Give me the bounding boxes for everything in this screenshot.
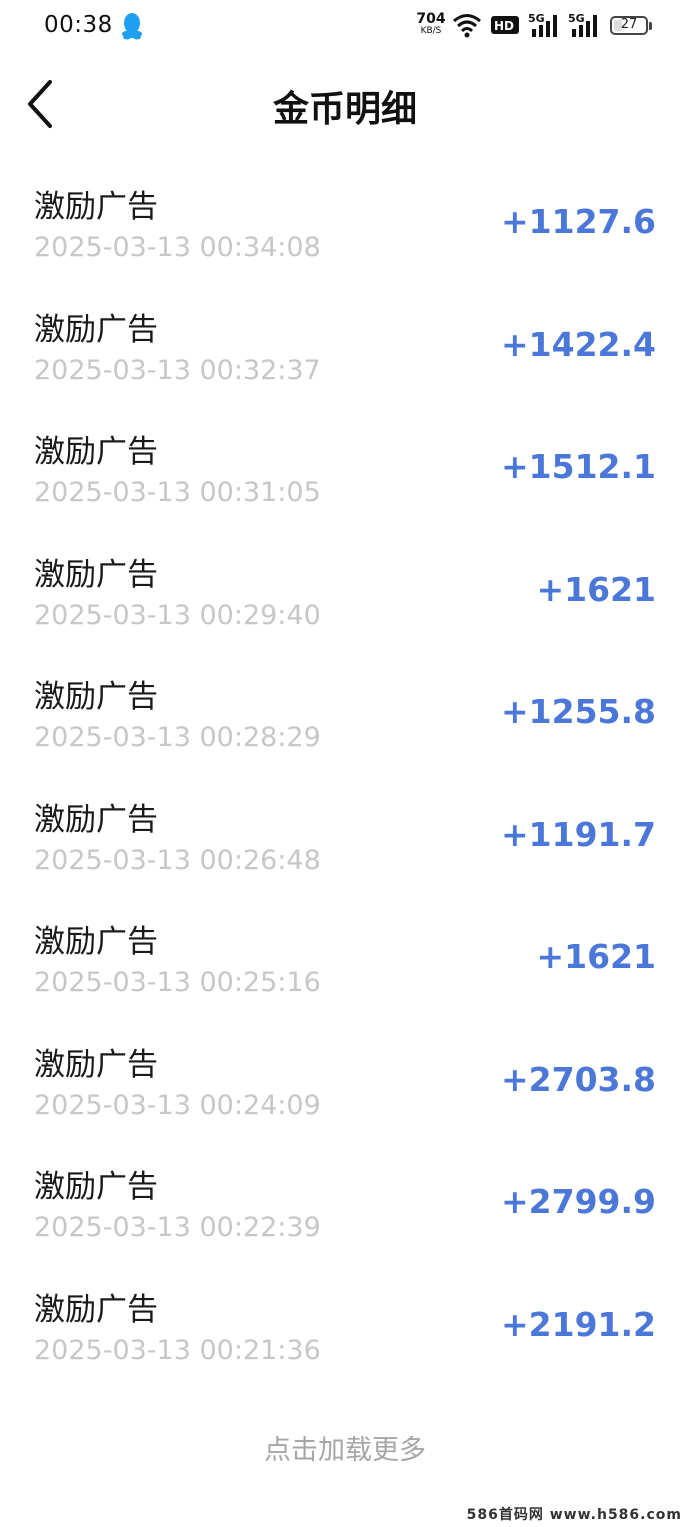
list-item: 激励广告 2025-03-13 00:26:48 +1191.7 — [0, 775, 690, 898]
record-time: 2025-03-13 00:24:09 — [34, 1089, 321, 1121]
record-time: 2025-03-13 00:28:29 — [34, 722, 321, 753]
record-amount: +1191.7 — [501, 814, 656, 854]
network-speed-unit: KB/S — [420, 26, 442, 36]
record-title: 激励广告 — [34, 1291, 158, 1328]
record-time: 2025-03-13 00:34:08 — [34, 232, 321, 263]
qq-icon — [122, 13, 142, 40]
record-title: 激励广告 — [34, 924, 158, 960]
list-item: 激励广告 2025-03-13 00:22:39 +2799.9 — [0, 1142, 690, 1265]
battery-tip — [649, 22, 652, 30]
record-amount: +1255.8 — [501, 692, 656, 731]
record-title: 激励广告 — [34, 434, 158, 470]
battery-percent: 27 — [620, 17, 638, 32]
record-time: 2025-03-13 00:25:16 — [34, 967, 321, 998]
battery-icon: 27 — [610, 16, 648, 35]
coin-records-list: 激励广告 2025-03-13 00:34:08 +1127.6 激励广告 20… — [0, 162, 690, 1387]
record-title: 激励广告 — [34, 1169, 158, 1205]
record-amount: +1127.6 — [501, 202, 656, 241]
record-title: 激励广告 — [34, 801, 158, 838]
record-time: 2025-03-13 00:31:05 — [34, 477, 321, 508]
status-time: 00:38 — [44, 12, 113, 38]
svg-text:5G: 5G — [528, 12, 545, 25]
record-amount: +2191.2 — [501, 1304, 656, 1344]
record-time: 2025-03-13 00:21:36 — [34, 1334, 321, 1366]
svg-text:5G: 5G — [568, 12, 585, 25]
status-bar: 00:38 704 KB/S HD 5G 5G 27 — [0, 0, 690, 56]
record-time: 2025-03-13 00:32:37 — [34, 354, 321, 386]
record-amount: +2703.8 — [501, 1059, 656, 1099]
record-title: 激励广告 — [34, 556, 158, 593]
network-speed-value: 704 — [416, 11, 446, 27]
record-time: 2025-03-13 00:22:39 — [34, 1212, 321, 1243]
list-item: 激励广告 2025-03-13 00:31:05 +1512.1 — [0, 407, 690, 530]
record-title: 激励广告 — [34, 679, 158, 715]
list-item: 激励广告 2025-03-13 00:34:08 +1127.6 — [0, 162, 690, 285]
list-item: 激励广告 2025-03-13 00:25:16 +1621 — [0, 897, 690, 1020]
record-title: 激励广告 — [34, 311, 158, 348]
list-item: 激励广告 2025-03-13 00:21:36 +2191.2 — [0, 1265, 690, 1388]
record-amount: +2799.9 — [501, 1182, 656, 1221]
record-amount: +1621 — [536, 569, 657, 609]
wifi-icon — [453, 14, 481, 38]
record-title: 激励广告 — [34, 189, 158, 225]
record-title: 激励广告 — [34, 1046, 158, 1083]
load-more-button[interactable]: 点击加载更多 — [0, 1428, 690, 1467]
page-title: 金币明细 — [272, 89, 417, 130]
record-amount: +1422.4 — [501, 324, 656, 364]
header: 金币明细 — [0, 60, 690, 150]
network-speed: 704 KB/S — [414, 12, 448, 36]
list-item: 激励广告 2025-03-13 00:28:29 +1255.8 — [0, 652, 690, 775]
svg-text:HD: HD — [494, 19, 514, 33]
hd-icon: HD — [491, 16, 519, 34]
list-item: 激励广告 2025-03-13 00:24:09 +2703.8 — [0, 1020, 690, 1143]
list-item: 激励广告 2025-03-13 00:29:40 +1621 — [0, 530, 690, 653]
record-time: 2025-03-13 00:29:40 — [34, 599, 321, 631]
record-amount: +1621 — [536, 937, 657, 976]
watermark: 586首码网 www.h586.com — [466, 1507, 682, 1523]
record-time: 2025-03-13 00:26:48 — [34, 844, 321, 876]
list-item: 激励广告 2025-03-13 00:32:37 +1422.4 — [0, 285, 690, 408]
record-amount: +1512.1 — [501, 447, 656, 486]
5g-signal-icon: 5G — [528, 12, 557, 37]
5g-signal-icon: 5G — [568, 12, 597, 37]
